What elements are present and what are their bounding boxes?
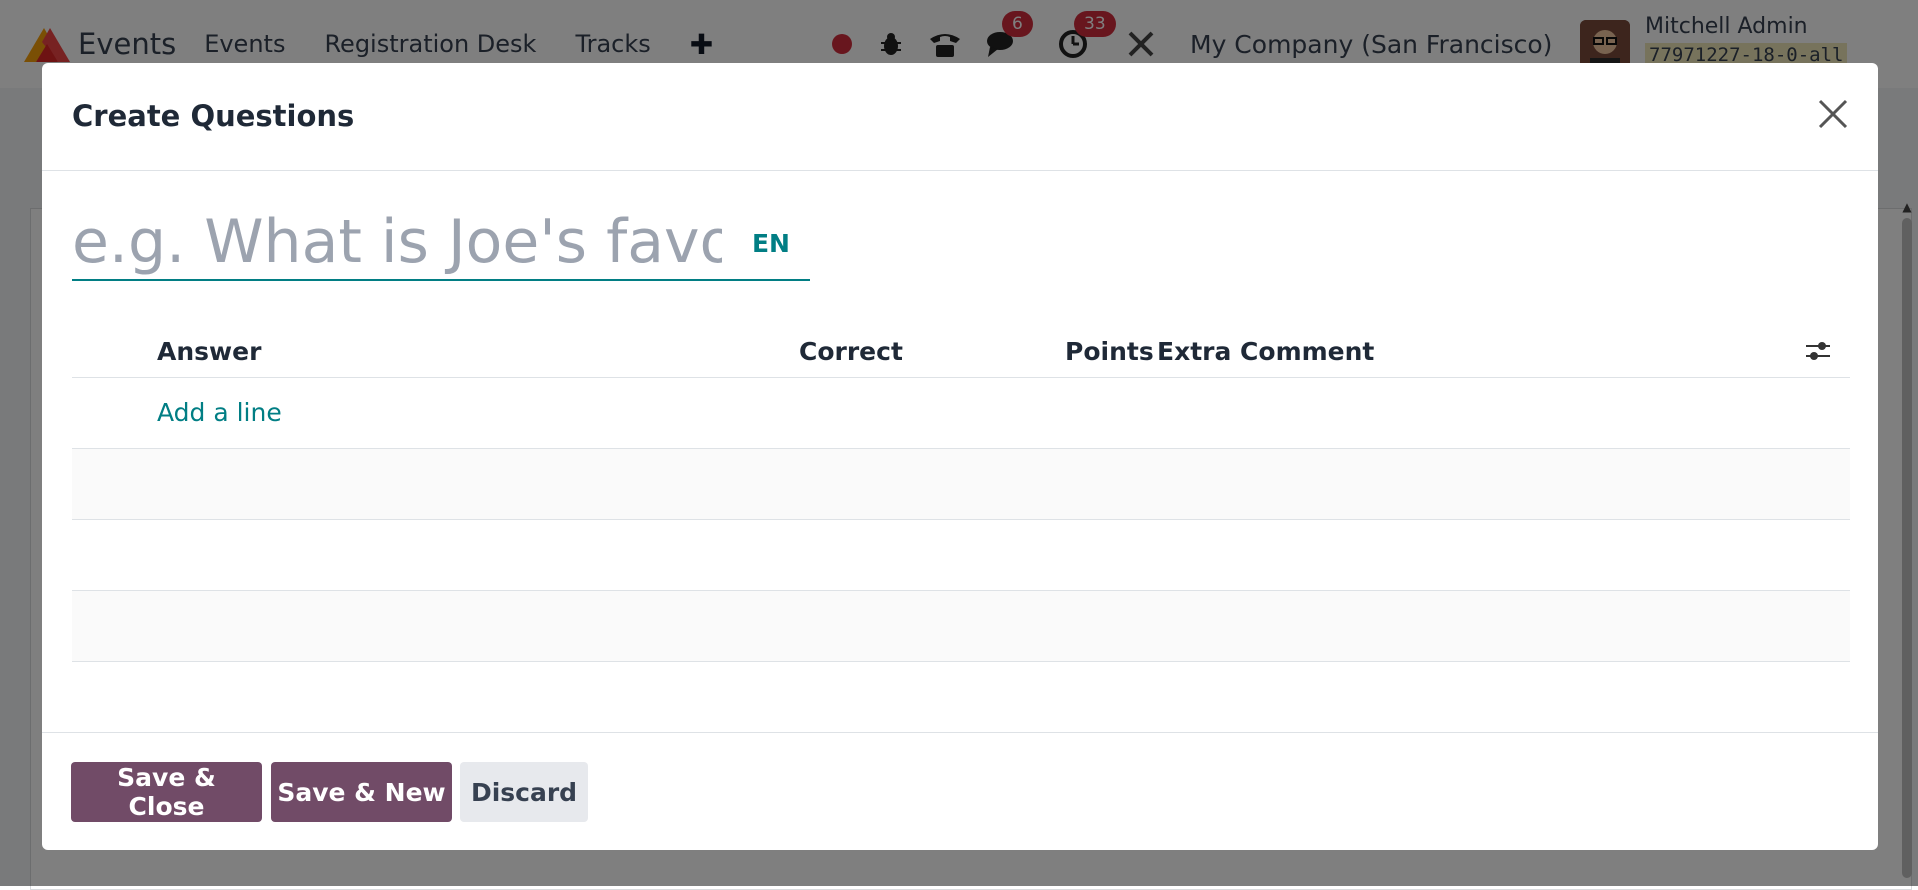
empty-table-row: [72, 520, 1850, 591]
close-icon[interactable]: [1816, 97, 1850, 131]
column-header-extra-comment[interactable]: Extra Comment: [1157, 337, 1374, 366]
optional-columns-icon[interactable]: [1804, 337, 1832, 365]
dialog-header: Create Questions: [42, 63, 1878, 171]
empty-table-row: [72, 591, 1850, 662]
save-new-button[interactable]: Save & New: [271, 762, 452, 822]
add-a-line-link[interactable]: Add a line: [157, 398, 282, 427]
answers-table: Answer Correct Points Extra Comment Add …: [72, 319, 1850, 662]
add-line-row: Add a line: [72, 378, 1850, 449]
empty-table-row: [72, 449, 1850, 520]
translate-language-button[interactable]: EN: [752, 229, 790, 258]
discard-button[interactable]: Discard: [460, 762, 588, 822]
dialog-footer: Save & Close Save & New Discard: [42, 732, 1878, 850]
question-title-field: EN: [72, 207, 810, 281]
dialog-body: EN Answer Correct Points Extra Comment: [42, 171, 1878, 735]
save-close-button[interactable]: Save & Close: [71, 762, 262, 822]
answers-table-header: Answer Correct Points Extra Comment: [72, 319, 1850, 378]
column-header-answer[interactable]: Answer: [157, 337, 261, 366]
create-questions-dialog: Create Questions EN Answer Correct Point…: [42, 63, 1878, 850]
column-header-correct[interactable]: Correct: [799, 337, 903, 366]
dialog-title: Create Questions: [72, 99, 355, 133]
question-title-input[interactable]: [72, 207, 722, 279]
column-header-points[interactable]: Points: [1065, 337, 1154, 366]
